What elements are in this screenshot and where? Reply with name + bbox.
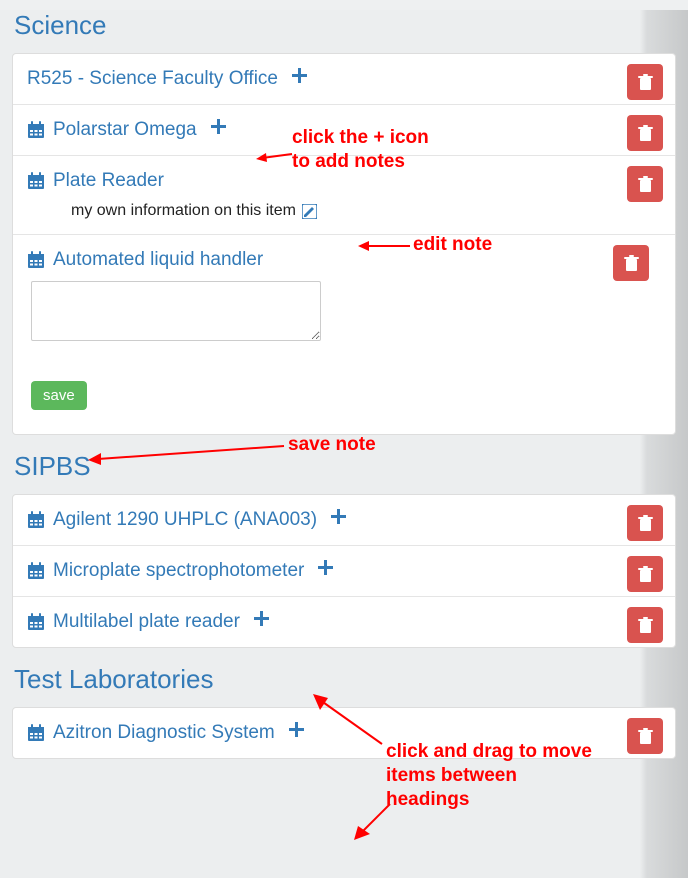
calendar-icon	[27, 562, 45, 580]
delete-button[interactable]	[627, 718, 663, 754]
trash-icon	[637, 74, 654, 91]
calendar-icon	[27, 613, 45, 631]
item-label: Plate Reader	[53, 170, 164, 192]
section-title-science: Science	[14, 10, 676, 41]
item-link[interactable]: Polarstar Omega	[27, 119, 197, 141]
trash-icon	[637, 176, 654, 193]
item-link[interactable]: Automated liquid handler	[27, 249, 263, 271]
calendar-icon	[27, 121, 45, 139]
item-row[interactable]: Polarstar Omega	[13, 105, 675, 156]
trash-icon	[637, 617, 654, 634]
calendar-icon	[27, 251, 45, 269]
edit-note-button[interactable]	[302, 204, 317, 219]
item-link[interactable]: Microplate spectrophotometer	[27, 560, 304, 582]
item-link[interactable]: Multilabel plate reader	[27, 611, 240, 633]
trash-icon	[637, 125, 654, 142]
trash-icon	[637, 515, 654, 532]
add-note-button[interactable]	[254, 611, 269, 626]
add-note-button[interactable]	[318, 560, 333, 575]
group-science: R525 - Science Faculty Office Polarstar …	[12, 53, 676, 435]
calendar-icon	[27, 511, 45, 529]
item-label: Automated liquid handler	[53, 249, 263, 271]
item-row[interactable]: Plate Reader my own information on this …	[13, 156, 675, 235]
item-label: Azitron Diagnostic System	[53, 722, 275, 744]
group-sipbs: Agilent 1290 UHPLC (ANA003) Microplate s…	[12, 494, 676, 648]
delete-button[interactable]	[627, 607, 663, 643]
add-note-button[interactable]	[331, 509, 346, 524]
item-label: Microplate spectrophotometer	[53, 560, 304, 582]
edit-icon	[302, 204, 317, 219]
delete-button[interactable]	[627, 505, 663, 541]
delete-button[interactable]	[627, 166, 663, 202]
calendar-icon	[27, 172, 45, 190]
note-line: my own information on this item	[71, 202, 661, 220]
item-row[interactable]: Multilabel plate reader	[13, 597, 675, 647]
section-title-test-laboratories: Test Laboratories	[14, 664, 676, 695]
add-note-button[interactable]	[211, 119, 226, 134]
save-button[interactable]: save	[31, 381, 87, 410]
section-title-sipbs: SIPBS	[14, 451, 676, 482]
item-label: R525 - Science Faculty Office	[27, 68, 278, 90]
plus-icon	[211, 119, 226, 134]
item-link[interactable]: Plate Reader	[27, 170, 164, 192]
page: { "sections": [ { "title": "Science", "i…	[0, 10, 688, 878]
item-row[interactable]: R525 - Science Faculty Office	[13, 54, 675, 105]
item-row[interactable]: Agilent 1290 UHPLC (ANA003)	[13, 495, 675, 546]
plus-icon	[331, 509, 346, 524]
delete-button[interactable]	[627, 556, 663, 592]
note-text: my own information on this item	[71, 202, 296, 220]
item-link[interactable]: Agilent 1290 UHPLC (ANA003)	[27, 509, 317, 531]
note-textarea[interactable]	[31, 281, 321, 341]
plus-icon	[292, 68, 307, 83]
item-link[interactable]: R525 - Science Faculty Office	[27, 68, 278, 90]
trash-icon	[637, 566, 654, 583]
calendar-icon	[27, 724, 45, 742]
item-row[interactable]: Microplate spectrophotometer	[13, 546, 675, 597]
item-label: Multilabel plate reader	[53, 611, 240, 633]
plus-icon	[289, 722, 304, 737]
delete-button[interactable]	[627, 64, 663, 100]
add-note-button[interactable]	[292, 68, 307, 83]
add-note-button[interactable]	[289, 722, 304, 737]
item-row[interactable]: Azitron Diagnostic System	[13, 708, 675, 758]
item-link[interactable]: Azitron Diagnostic System	[27, 722, 275, 744]
arrow-icon	[350, 800, 400, 845]
group-test-laboratories: Azitron Diagnostic System	[12, 707, 676, 759]
plus-icon	[254, 611, 269, 626]
item-label: Polarstar Omega	[53, 119, 197, 141]
item-label: Agilent 1290 UHPLC (ANA003)	[53, 509, 317, 531]
trash-icon	[637, 728, 654, 745]
delete-button[interactable]	[627, 115, 663, 151]
item-row[interactable]: Automated liquid handler save	[13, 235, 675, 434]
trash-icon	[623, 255, 640, 272]
delete-button[interactable]	[613, 245, 649, 281]
plus-icon	[318, 560, 333, 575]
